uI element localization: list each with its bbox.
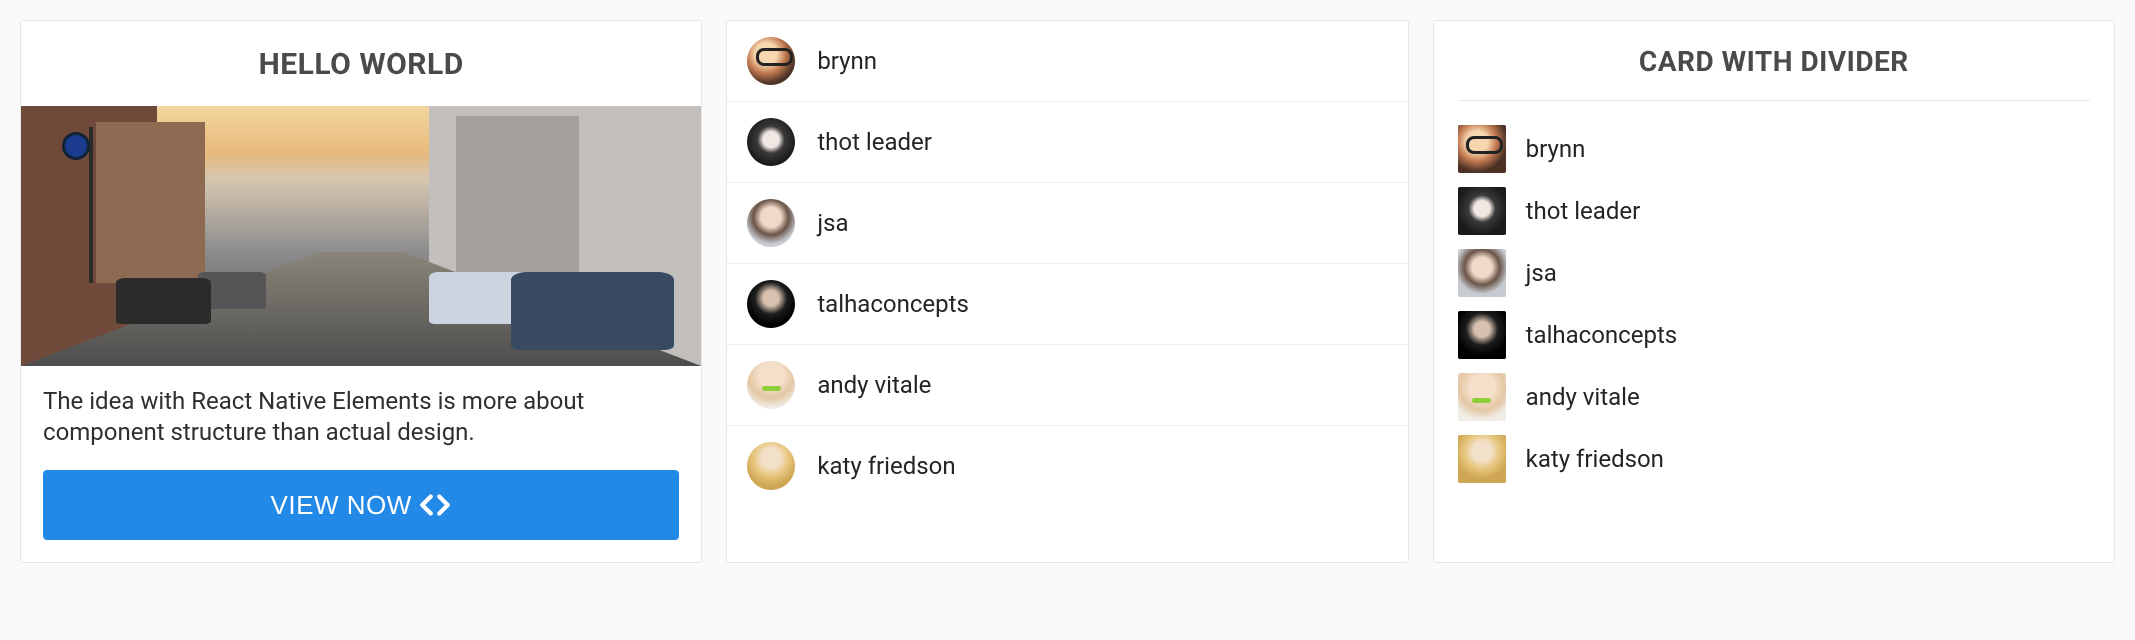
list-item[interactable]: thot leader <box>727 102 1407 183</box>
card-hero-image <box>21 106 701 366</box>
list-item[interactable]: talhaconcepts <box>1458 307 2090 363</box>
avatar <box>747 280 795 328</box>
card-description: The idea with React Native Elements is m… <box>21 366 701 462</box>
user-name: thot leader <box>817 128 932 156</box>
user-name: brynn <box>1526 135 1586 163</box>
user-name: talhaconcepts <box>1526 321 1678 349</box>
avatar <box>747 37 795 85</box>
user-name: jsa <box>817 209 848 237</box>
avatar <box>1458 373 1506 421</box>
list-item[interactable]: talhaconcepts <box>727 264 1407 345</box>
list-item[interactable]: andy vitale <box>1458 369 2090 425</box>
avatar <box>1458 435 1506 483</box>
hello-world-card: HELLO WORLD The idea with React Native E… <box>20 20 702 563</box>
avatar <box>1458 249 1506 297</box>
avatar <box>747 199 795 247</box>
card-with-divider: CARD WITH DIVIDER brynn thot leader jsa … <box>1433 20 2115 563</box>
list-item[interactable]: brynn <box>1458 121 2090 177</box>
list-item[interactable]: jsa <box>1458 245 2090 301</box>
user-name: andy vitale <box>1526 383 1640 411</box>
user-list: brynn thot leader jsa talhaconcepts andy… <box>727 21 1407 506</box>
user-name: katy friedson <box>1526 445 1664 473</box>
list-item[interactable]: brynn <box>727 21 1407 102</box>
card-title: HELLO WORLD <box>21 21 701 106</box>
user-list-card: brynn thot leader jsa talhaconcepts andy… <box>726 20 1408 563</box>
user-name: jsa <box>1526 259 1557 287</box>
view-now-button[interactable]: VIEW NOW <box>43 470 679 540</box>
avatar <box>747 118 795 166</box>
user-name: talhaconcepts <box>817 290 969 318</box>
user-name: thot leader <box>1526 197 1641 225</box>
list-item[interactable]: katy friedson <box>1458 431 2090 487</box>
user-name: brynn <box>817 47 877 75</box>
user-name: katy friedson <box>817 452 955 480</box>
list-item[interactable]: andy vitale <box>727 345 1407 426</box>
code-icon <box>418 488 452 522</box>
list-item[interactable]: jsa <box>727 183 1407 264</box>
avatar <box>747 442 795 490</box>
avatar <box>1458 311 1506 359</box>
avatar <box>1458 125 1506 173</box>
card-title: CARD WITH DIVIDER <box>1458 45 2090 101</box>
avatar <box>1458 187 1506 235</box>
user-stack: brynn thot leader jsa talhaconcepts andy… <box>1458 121 2090 487</box>
avatar <box>747 361 795 409</box>
button-label: VIEW NOW <box>271 490 412 521</box>
list-item[interactable]: thot leader <box>1458 183 2090 239</box>
list-item[interactable]: katy friedson <box>727 426 1407 506</box>
user-name: andy vitale <box>817 371 931 399</box>
